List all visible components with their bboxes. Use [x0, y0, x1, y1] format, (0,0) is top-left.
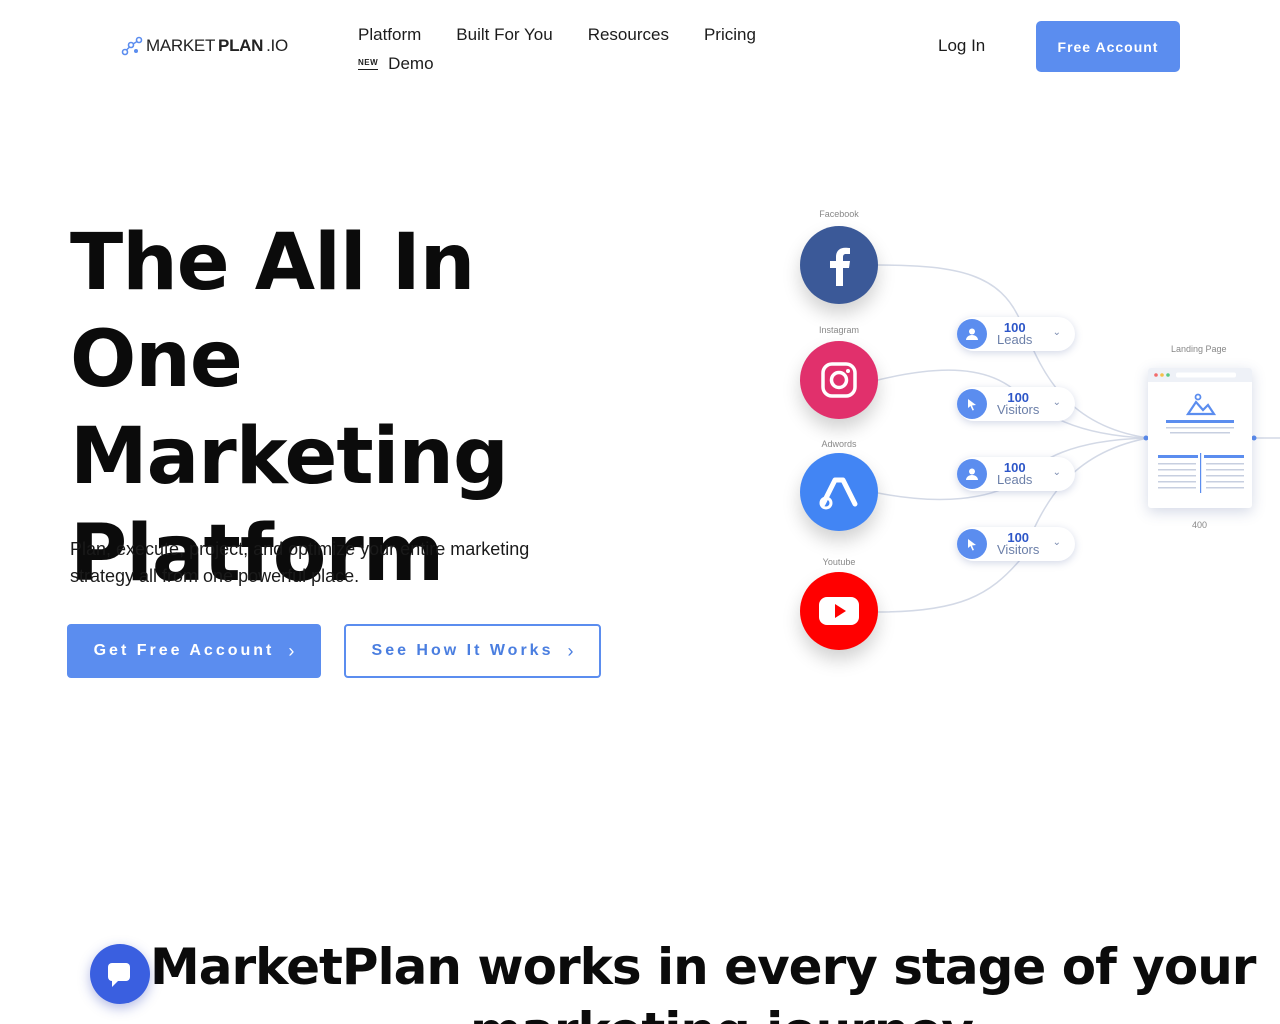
stat-unit: Leads — [997, 472, 1033, 487]
stat-pill[interactable]: 100 Leads ⌄ — [957, 457, 1075, 491]
logo-text-bold: PLAN — [218, 36, 264, 55]
get-free-account-label: Get Free Account — [93, 642, 275, 659]
login-link[interactable]: Log In — [938, 36, 985, 56]
stat-pill[interactable]: 100 Leads ⌄ — [957, 317, 1075, 351]
landing-page-thumbnail[interactable] — [1148, 368, 1252, 508]
nav-built-for-you[interactable]: Built For You — [456, 25, 552, 45]
instagram-icon — [800, 341, 878, 419]
nav-pricing[interactable]: Pricing — [704, 25, 756, 45]
free-account-button[interactable]: Free Account — [1036, 21, 1180, 72]
new-badge: NEW — [358, 58, 379, 70]
landing-page-illustration — [1148, 368, 1252, 493]
get-free-account-button[interactable]: Get Free Account › — [67, 624, 321, 678]
hero-title-line: Marketing — [70, 412, 509, 502]
source-label-facebook: Facebook — [819, 209, 859, 219]
stat-pill[interactable]: 100 Visitors ⌄ — [957, 387, 1075, 421]
landing-page-label: Landing Page — [1171, 344, 1227, 354]
chevron-right-icon: › — [567, 640, 574, 661]
cursor-icon — [957, 529, 987, 559]
logo-text-suffix: .IO — [266, 36, 288, 55]
source-label-instagram: Instagram — [818, 325, 860, 335]
chat-widget-button[interactable] — [90, 944, 150, 1004]
hero-title-line: The All In One — [70, 218, 475, 405]
chevron-down-icon: ⌄ — [1052, 397, 1061, 408]
stat-pill[interactable]: 100 Visitors ⌄ — [957, 527, 1075, 561]
section-title: MarketPlan works in every stage of your — [150, 938, 1256, 996]
user-icon — [957, 319, 987, 349]
hero-subtitle: Plan, execute, project, and optimize you… — [70, 539, 530, 586]
logo-text-light: MARKET — [146, 36, 216, 55]
see-how-it-works-button[interactable]: See How It Works › — [344, 624, 601, 678]
stat-unit: Visitors — [997, 542, 1040, 557]
nav-resources[interactable]: Resources — [588, 25, 669, 45]
nav-demo[interactable]: NEW Demo — [358, 51, 756, 77]
stat-unit: Leads — [997, 332, 1033, 347]
user-icon — [957, 459, 987, 489]
facebook-icon — [800, 226, 878, 304]
adwords-icon — [800, 453, 878, 531]
chevron-down-icon: ⌄ — [1052, 467, 1061, 478]
landing-page-count: 400 — [1192, 520, 1208, 530]
youtube-icon — [800, 572, 878, 650]
source-label-adwords: Adwords — [821, 439, 857, 449]
main-nav: Platform Built For You Resources Pricing… — [358, 22, 756, 77]
nav-demo-label[interactable]: Demo — [388, 54, 433, 74]
logo-icon — [121, 36, 143, 56]
see-how-it-works-label: See How It Works — [371, 642, 554, 659]
funnel-diagram: Facebook Instagram Adwords Youtube 100 Le… — [760, 195, 1280, 675]
chevron-down-icon: ⌄ — [1052, 537, 1061, 548]
logo[interactable]: MARKET PLAN .IO — [121, 36, 288, 56]
section-title-line2: marketing journey — [470, 1002, 974, 1024]
source-label-youtube: Youtube — [822, 557, 856, 567]
chevron-right-icon: › — [288, 640, 295, 661]
chat-icon — [108, 963, 130, 987]
chevron-down-icon: ⌄ — [1052, 327, 1061, 338]
nav-platform[interactable]: Platform — [358, 25, 421, 45]
stat-unit: Visitors — [997, 402, 1040, 417]
cursor-icon — [957, 389, 987, 419]
